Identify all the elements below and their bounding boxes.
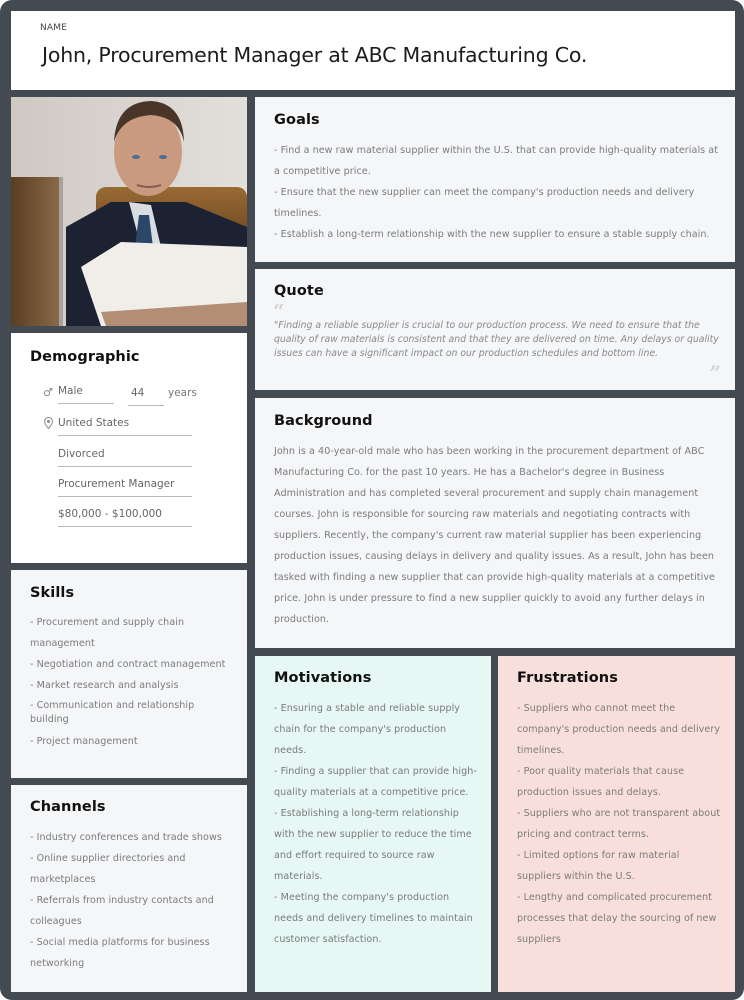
channel-item: - Referrals from industry contacts and c… xyxy=(30,895,214,927)
channels-list: - Industry conferences and trade shows -… xyxy=(30,827,230,974)
location-pin-icon xyxy=(44,416,53,432)
skill-item: - Negotiation and contract management xyxy=(30,659,226,670)
skills-list: - Procurement and supply chain managemen… xyxy=(30,612,235,752)
location-field[interactable]: United States xyxy=(58,417,192,436)
quote-heading: Quote xyxy=(274,283,324,299)
motivation-item: - Meeting the company's production needs… xyxy=(274,892,473,945)
persona-photo xyxy=(11,97,247,326)
background-heading: Background xyxy=(274,413,373,429)
motivation-item: - Finding a supplier that can provide hi… xyxy=(274,766,477,798)
frustrations-list: - Suppliers who cannot meet the company'… xyxy=(517,698,722,950)
motivations-heading: Motivations xyxy=(274,670,372,686)
motivation-item: - Ensuring a stable and reliable supply … xyxy=(274,703,461,756)
occupation-field[interactable]: Procurement Manager xyxy=(58,478,192,497)
skill-item: - Market research and analysis xyxy=(30,680,179,691)
motivation-item: - Establishing a long-term relationship … xyxy=(274,808,472,882)
frustration-item: - Limited options for raw material suppl… xyxy=(517,850,680,882)
skill-item: - Procurement and supply chain managemen… xyxy=(30,617,185,649)
frustrations-panel: Frustrations - Suppliers who cannot meet… xyxy=(498,656,735,992)
goals-list: - Find a new raw material supplier withi… xyxy=(274,140,719,245)
close-quote-icon: ” xyxy=(709,361,721,385)
frustration-item: - Lengthy and complicated procurement pr… xyxy=(517,892,717,945)
age-unit-label: years xyxy=(168,387,197,399)
goals-panel: Goals - Find a new raw material supplier… xyxy=(255,97,735,262)
age-field[interactable]: 44 xyxy=(128,387,164,406)
background-panel: Background John is a 40-year-old male wh… xyxy=(255,398,735,648)
frustration-item: - Suppliers who cannot meet the company'… xyxy=(517,703,721,756)
channels-heading: Channels xyxy=(30,799,106,815)
goals-heading: Goals xyxy=(274,112,320,128)
frustrations-heading: Frustrations xyxy=(517,670,618,686)
motivations-panel: Motivations - Ensuring a stable and reli… xyxy=(255,656,491,992)
channel-item: - Online supplier directories and market… xyxy=(30,853,186,885)
persona-title: John, Procurement Manager at ABC Manufac… xyxy=(42,43,588,67)
background-text: John is a 40-year-old male who has been … xyxy=(274,446,716,625)
motivations-list: - Ensuring a stable and reliable supply … xyxy=(274,698,479,950)
channels-panel: Channels - Industry conferences and trad… xyxy=(11,785,247,992)
quote-panel: Quote “ "Finding a reliable supplier is … xyxy=(255,269,735,390)
gender-field[interactable]: Male xyxy=(58,385,114,404)
header-panel: NAME John, Procurement Manager at ABC Ma… xyxy=(11,11,735,90)
goal-item: - Establish a long-term relationship wit… xyxy=(274,229,710,240)
marital-status-field[interactable]: Divorced xyxy=(58,448,192,467)
skill-item: - Communication and relationship buildin… xyxy=(30,700,195,725)
persona-frame: NAME John, Procurement Manager at ABC Ma… xyxy=(0,0,744,1000)
persona-photo-illustration xyxy=(11,97,247,326)
skill-item: - Project management xyxy=(30,736,138,747)
male-symbol-icon: ♂ xyxy=(43,386,53,399)
goal-item: - Find a new raw material supplier withi… xyxy=(274,145,719,177)
channel-item: - Industry conferences and trade shows xyxy=(30,832,222,843)
frustration-item: - Suppliers who are not transparent abou… xyxy=(517,808,721,840)
name-label: NAME xyxy=(40,23,68,33)
skills-panel: Skills - Procurement and supply chain ma… xyxy=(11,570,247,778)
demographic-panel: Demographic ♂ Male 44 years United State… xyxy=(11,333,247,563)
frustration-item: - Poor quality materials that cause prod… xyxy=(517,766,685,798)
demographic-heading: Demographic xyxy=(30,349,140,365)
income-field[interactable]: $80,000 - $100,000 xyxy=(58,508,192,527)
channel-item: - Social media platforms for business ne… xyxy=(30,937,210,969)
goal-item: - Ensure that the new supplier can meet … xyxy=(274,187,695,219)
quote-text: "Finding a reliable supplier is crucial … xyxy=(274,320,719,359)
skills-heading: Skills xyxy=(30,585,75,601)
